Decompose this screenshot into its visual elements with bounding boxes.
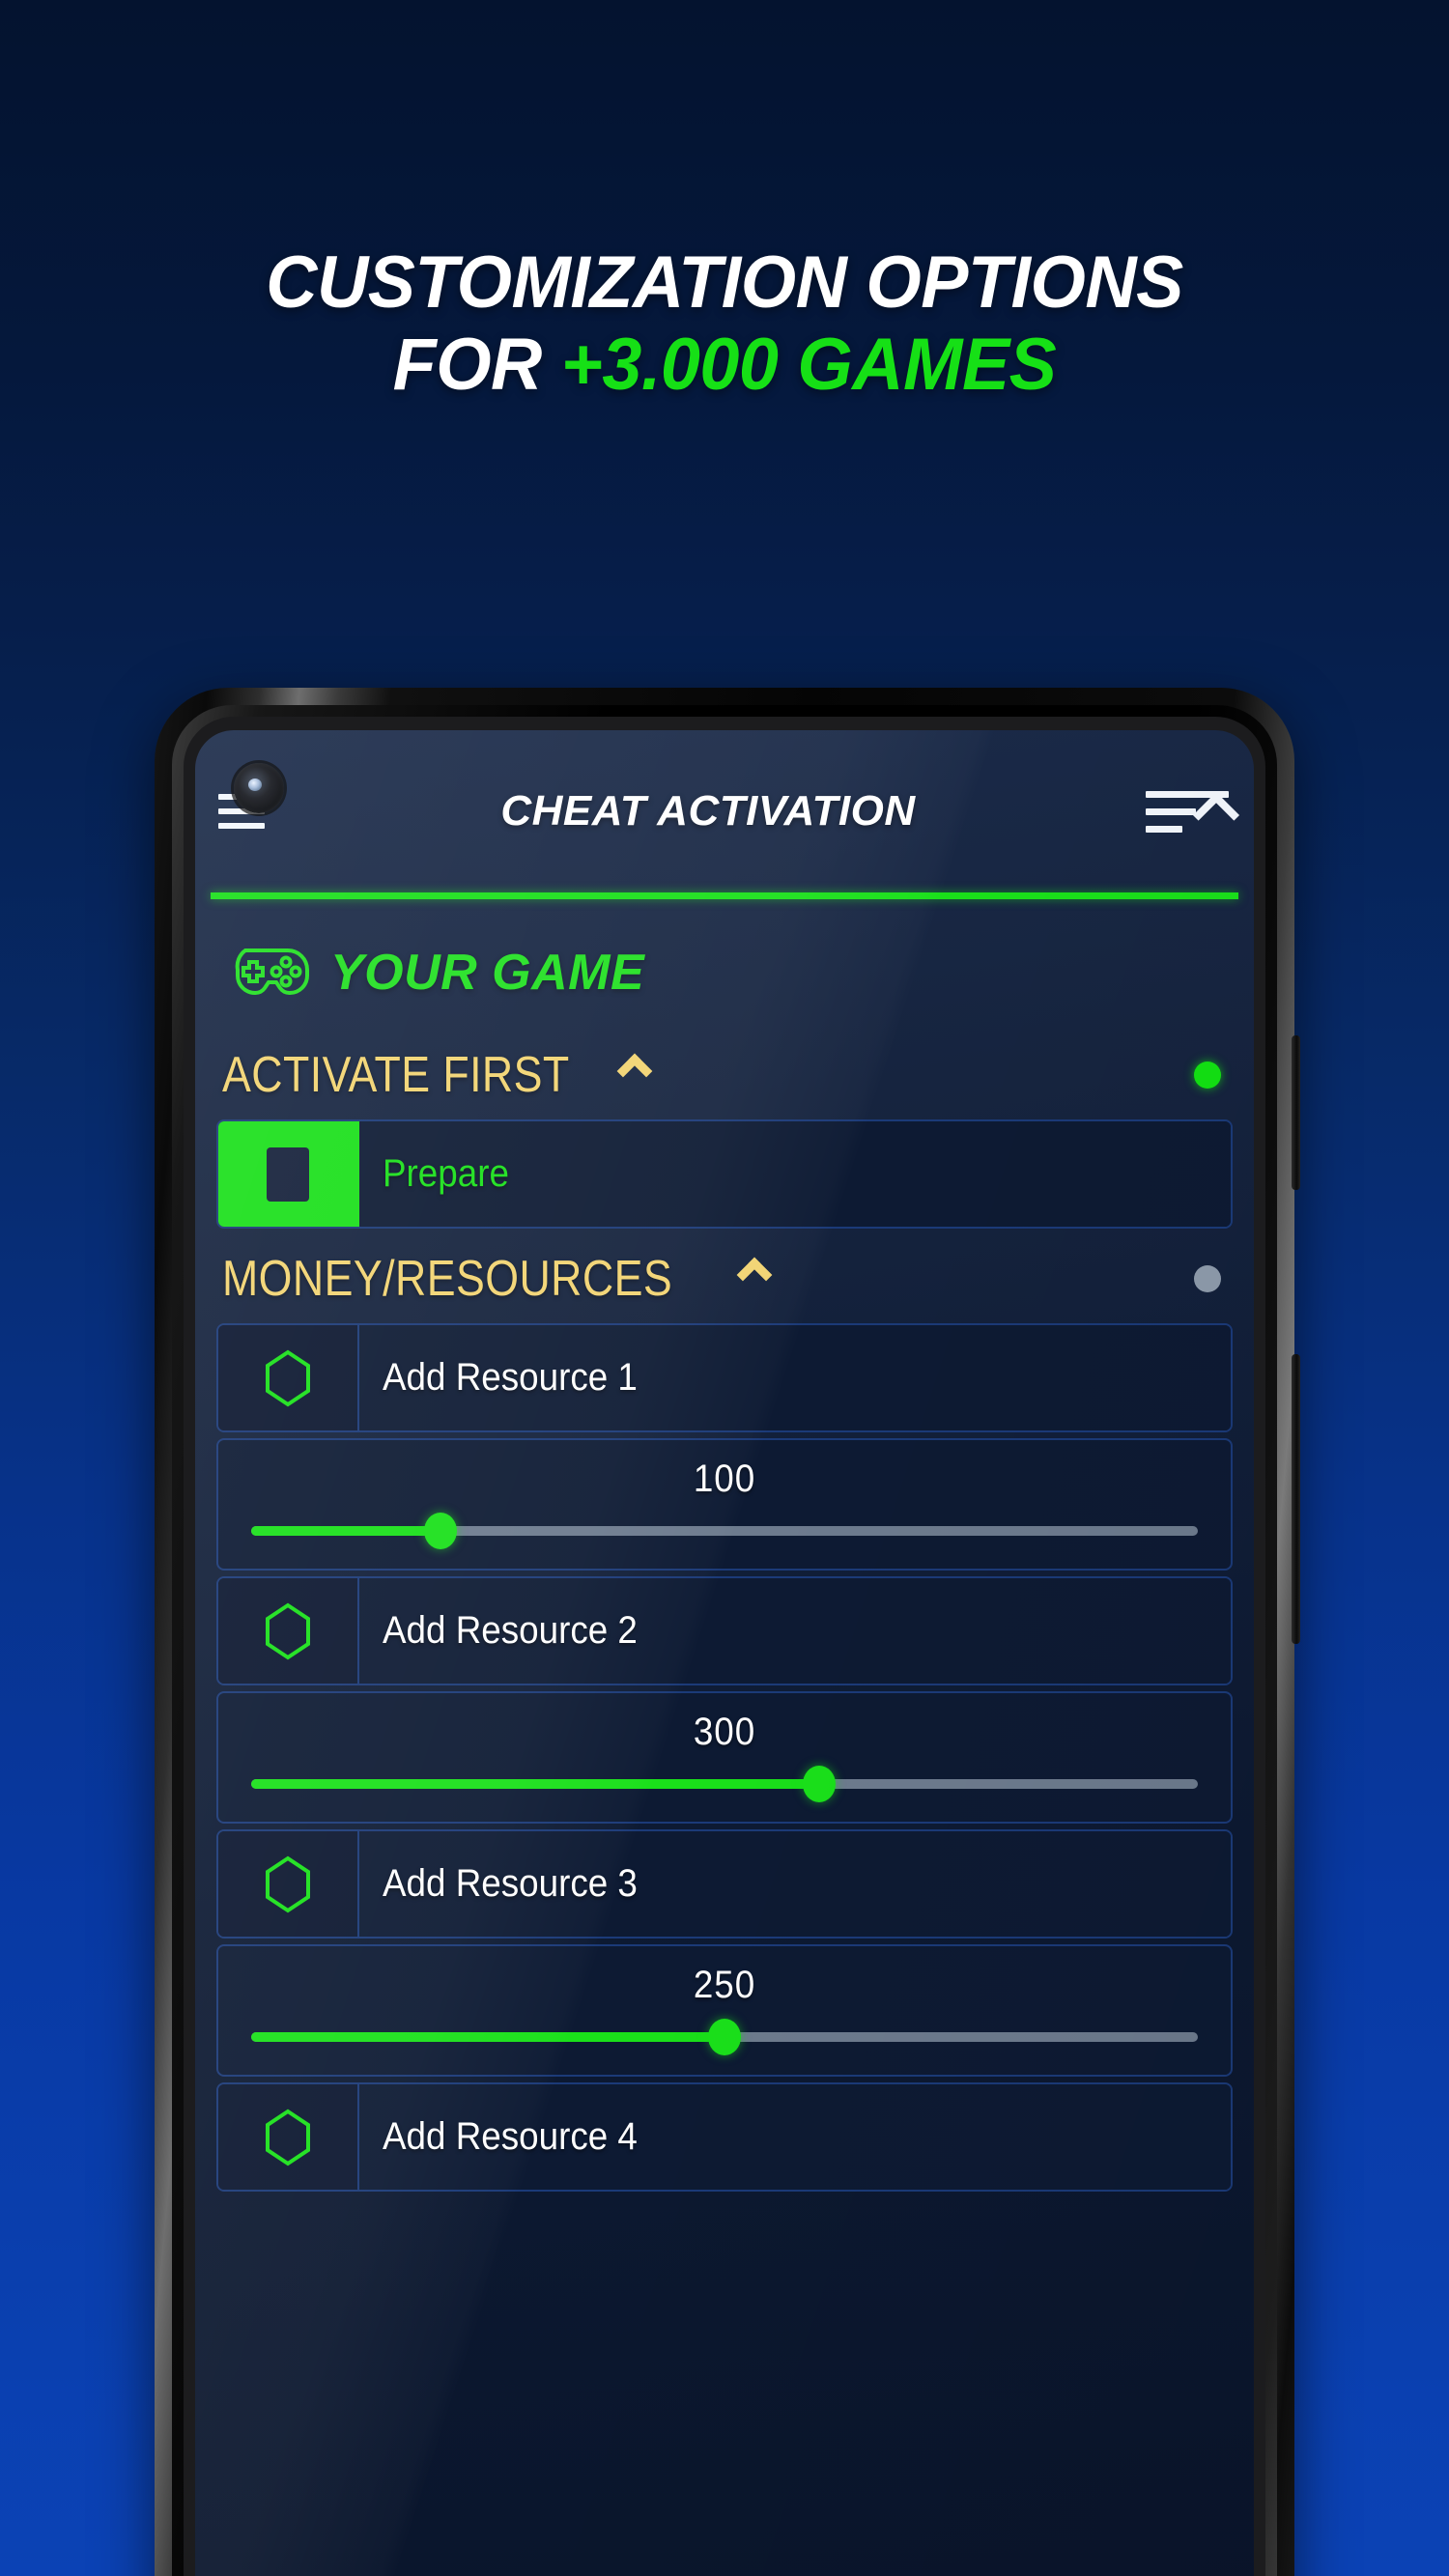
slider-fill [251, 1779, 819, 1789]
list-item[interactable]: Add Resource 2 [216, 1576, 1233, 1685]
gamepad-icon [235, 948, 309, 995]
phone-screen: CHEAT ACTIVATION YOUR GAME ACTIVATE FIRS… [195, 730, 1254, 2576]
slider-track[interactable] [251, 1513, 1198, 1549]
hexagon-checkbox-icon[interactable] [218, 1325, 359, 1430]
headline-line-2: FOR +3.000 GAMES [22, 324, 1428, 406]
app-content: CHEAT ACTIVATION YOUR GAME ACTIVATE FIRS… [195, 730, 1254, 2576]
list-item-label: Add Resource 2 [383, 1609, 638, 1652]
chevron-up-icon [736, 1257, 773, 1293]
status-badge [1194, 1062, 1221, 1089]
phone-mockup: CHEAT ACTIVATION YOUR GAME ACTIVATE FIRS… [155, 688, 1300, 2576]
hexagon-checkbox-icon[interactable] [218, 2084, 359, 2190]
slider-thumb[interactable] [424, 1513, 457, 1549]
chevron-up-icon [616, 1053, 653, 1090]
status-badge [1194, 1265, 1221, 1292]
filled-square-checkbox-icon[interactable] [218, 1121, 359, 1227]
slider-value: 100 [693, 1458, 756, 1500]
slider-track[interactable] [251, 1766, 1198, 1802]
list-item[interactable]: Add Resource 3 [216, 1829, 1233, 1939]
header-accent-rule [211, 892, 1238, 899]
power-button[interactable] [1292, 1354, 1300, 1644]
promo-headline: CUSTOMIZATION OPTIONS FOR +3.000 GAMES [22, 241, 1428, 406]
list-item[interactable]: Add Resource 1 [216, 1323, 1233, 1432]
your-game-header: YOUR GAME [195, 899, 1254, 1031]
slider-fill [251, 2032, 724, 2042]
slider-thumb[interactable] [803, 1766, 836, 1802]
slider-value: 250 [693, 1964, 756, 2006]
volume-button[interactable] [1292, 1035, 1300, 1190]
headline-line-2-white: FOR [392, 324, 561, 407]
list-item-label: Add Resource 1 [383, 1356, 638, 1399]
list-item-label: Add Resource 4 [383, 2115, 638, 2158]
hexagon-checkbox-icon[interactable] [218, 1578, 359, 1684]
slider-value: 300 [693, 1711, 756, 1753]
your-game-label: YOUR GAME [330, 945, 645, 1001]
slider-row[interactable]: 100 [216, 1438, 1233, 1571]
headline-line-1: CUSTOMIZATION OPTIONS [266, 241, 1183, 324]
list-item-label: Add Resource 3 [383, 1862, 638, 1905]
app-bar: CHEAT ACTIVATION [195, 730, 1254, 892]
page-title: CHEAT ACTIVATION [500, 787, 916, 835]
slider-row[interactable]: 250 [216, 1944, 1233, 2077]
front-camera-punch-hole-icon [234, 763, 284, 813]
section-header-money-resources[interactable]: MONEY/RESOURCES [195, 1234, 1254, 1323]
slider-thumb[interactable] [708, 2019, 741, 2055]
slider-fill [251, 1526, 440, 1536]
chevron-up-icon [1192, 791, 1240, 839]
section-label: MONEY/RESOURCES [222, 1251, 673, 1307]
hexagon-checkbox-icon[interactable] [218, 1831, 359, 1937]
list-item-label: Prepare [383, 1152, 509, 1195]
headline-line-2-green: +3.000 GAMES [560, 324, 1057, 407]
section-label: ACTIVATE FIRST [222, 1047, 570, 1103]
list-item[interactable]: Add Resource 4 [216, 2082, 1233, 2192]
promo-screenshot: CUSTOMIZATION OPTIONS FOR +3.000 GAMES C… [0, 0, 1449, 2576]
section-header-activate-first[interactable]: ACTIVATE FIRST [195, 1031, 1254, 1119]
list-item[interactable]: Prepare [216, 1119, 1233, 1229]
slider-row[interactable]: 300 [216, 1691, 1233, 1824]
slider-track[interactable] [251, 2019, 1198, 2055]
sort-ascending-icon[interactable] [1146, 785, 1240, 839]
